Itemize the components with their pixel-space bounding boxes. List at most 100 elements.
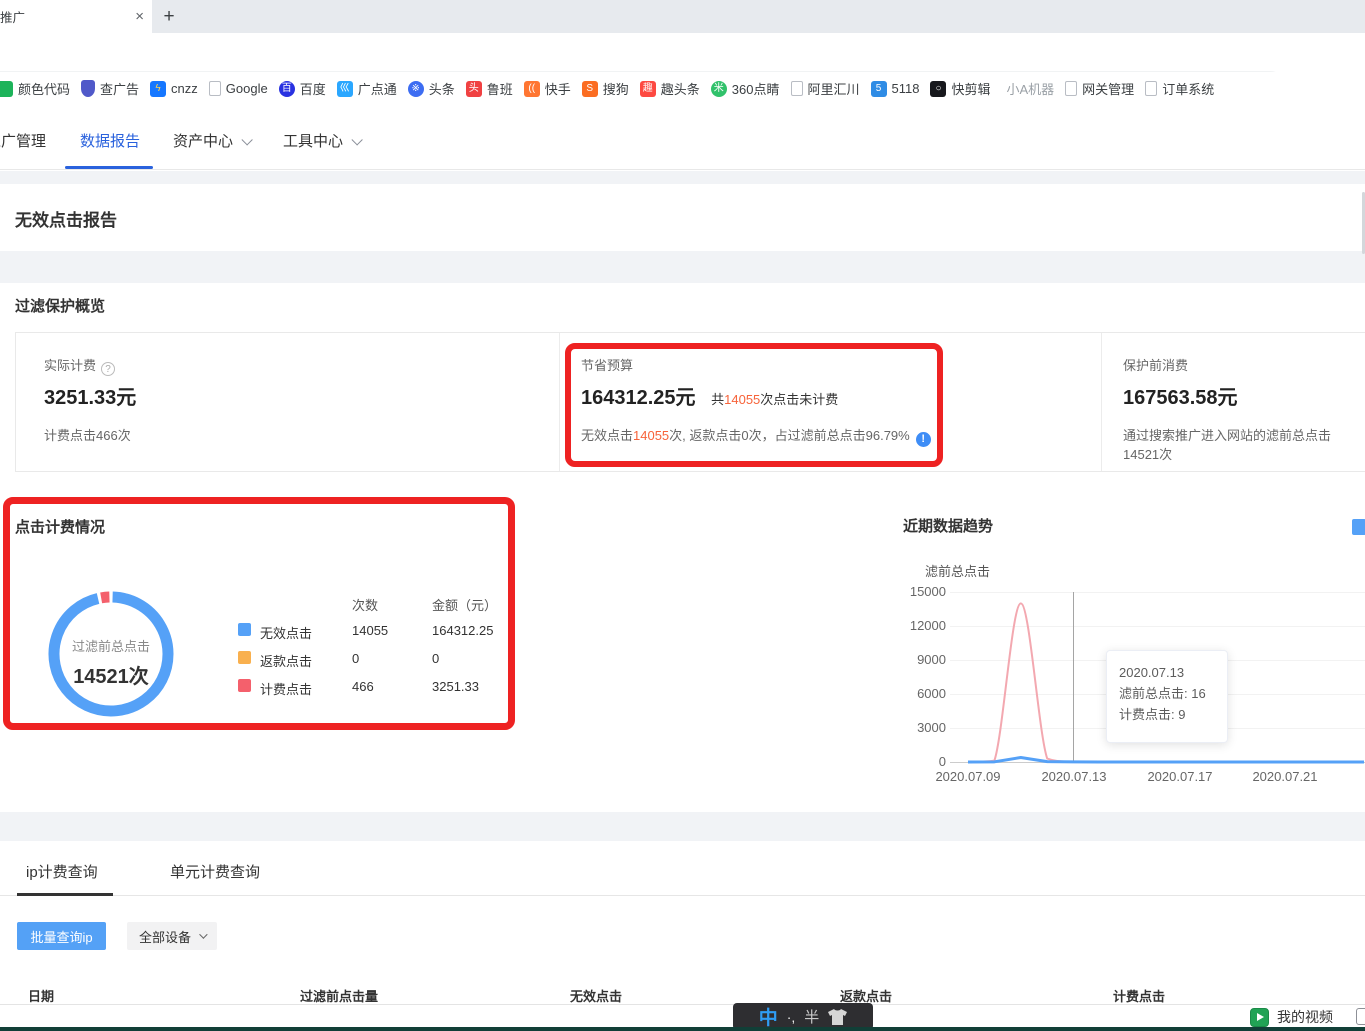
bookmark-item[interactable]: S搜狗 — [582, 79, 629, 98]
bookmark-item[interactable]: ※ 头条 — [408, 79, 455, 98]
bookmark-item[interactable]: ○快剪辑 — [930, 79, 990, 98]
play-icon — [1250, 1008, 1269, 1027]
site-nav: 推广管理 数据报告 资产中心 工具中心 — [0, 105, 1365, 170]
bookmark-favicon-square: 头 — [466, 81, 482, 97]
new-tab-button[interactable]: + — [156, 4, 182, 30]
chevron-down-icon — [241, 134, 252, 145]
bookmark-favicon-square: (( — [524, 81, 540, 97]
legend-swatch-计费点击[interactable] — [238, 679, 251, 692]
trend-series-计费点击 — [968, 757, 1364, 762]
bookmark-label: 头条 — [429, 79, 455, 98]
bookmark-label: 5118 — [892, 81, 920, 96]
card-pre-protect-desc: 通过搜索推广进入网站的滤前总点击14521次 — [1123, 425, 1365, 463]
ime-punctuation[interactable]: ·, — [787, 1009, 796, 1025]
tooltip-line: 滤前总点击: 16 — [1119, 683, 1215, 704]
bookmark-item[interactable]: 巛广点通 — [337, 79, 397, 98]
bookmark-item[interactable]: 5 5118 — [871, 81, 920, 97]
bookmark-label: 搜狗 — [603, 79, 629, 98]
nav-active-underline — [65, 166, 153, 169]
bookmark-item[interactable]: 小A机器 — [1002, 79, 1055, 98]
card-divider — [1101, 333, 1102, 471]
trend-legend-swatch[interactable] — [1352, 519, 1365, 535]
bookmark-favicon-circle: ※ — [408, 81, 424, 97]
divider-band — [0, 812, 1365, 841]
bookmark-item[interactable]: 颜色代码 — [0, 79, 70, 98]
page-title: 无效点击报告 — [15, 206, 117, 231]
overview-section-title: 过滤保护概览 — [15, 295, 105, 316]
nav-item-0[interactable]: 推广管理 — [0, 130, 46, 151]
bookmark-favicon-square: 巛 — [337, 81, 353, 97]
bookmark-item[interactable]: 阿里汇川 — [791, 79, 860, 98]
browser-tab-strip: 推广 × + — [0, 0, 1365, 33]
bookmark-item[interactable]: 头鲁班 — [466, 79, 513, 98]
y-tick-label: 6000 — [904, 686, 946, 701]
bookmark-item[interactable]: 趣趣头条 — [640, 79, 700, 98]
device-filter-dropdown[interactable]: 全部设备 — [127, 922, 217, 950]
bookmark-label: 颜色代码 — [18, 79, 70, 98]
annotation-rect-saved-budget — [565, 343, 943, 467]
bookmark-item[interactable]: 米 360点睛 — [711, 79, 780, 98]
browser-tab[interactable]: 推广 × — [0, 0, 152, 33]
bookmark-label: 快剪辑 — [951, 79, 990, 98]
screen: 推广 × + 度 https://fengchao.baidu.com/fc/r… — [0, 0, 1365, 1031]
bookmark-item[interactable]: 订单系统 — [1145, 79, 1214, 98]
bookmark-label: 小A机器 — [1007, 79, 1055, 98]
y-tick-label: 3000 — [904, 720, 946, 735]
bookmark-favicon-square: ϟ — [150, 81, 166, 97]
bookmark-favicon-page — [1065, 81, 1077, 96]
ime-halfwidth[interactable]: 半 — [804, 1006, 819, 1027]
legend-amount: 164312.25 — [432, 623, 493, 638]
y-tick-label: 0 — [904, 754, 946, 769]
bookmark-favicon-circle: 米 — [711, 81, 727, 97]
bookmark-favicon-page — [1145, 81, 1157, 96]
nav-item-2[interactable]: 资产中心 — [173, 130, 249, 151]
bookmark-favicon-square: 5 — [871, 81, 887, 97]
batch-query-ip-button[interactable]: 批量查询ip — [17, 922, 106, 950]
divider-band — [0, 251, 1365, 283]
chevron-down-icon — [199, 930, 207, 938]
tab-close-icon[interactable]: × — [135, 9, 144, 24]
y-tick-label: 12000 — [904, 618, 946, 633]
help-icon[interactable]: ? — [101, 362, 115, 376]
legend-count: 14055 — [352, 623, 388, 638]
browser-url-row: 度 https://fengchao.baidu.com/fc/report/d… — [0, 33, 1365, 72]
my-video-label: 我的视频 — [1277, 1007, 1333, 1027]
tooltip-date: 2020.07.13 — [1119, 662, 1215, 683]
nav-item-1[interactable]: 数据报告 — [80, 130, 140, 151]
my-video-widget[interactable]: 我的视频 — [1250, 1007, 1333, 1027]
query-tab-0[interactable]: ip计费查询 — [26, 861, 98, 882]
bookmark-item[interactable]: 查广告 — [81, 79, 139, 98]
bookmarks-bar: 颜色代码查广告 ϟcnzz Google 百百度巛广点通 ※ 头条头鲁班 ((快手 S搜狗趣趣… — [0, 72, 1365, 105]
card-actual-billing-desc: 计费点击466次 — [44, 425, 131, 444]
bookmark-label: 阿里汇川 — [808, 79, 860, 98]
bookmark-label: Google — [226, 81, 268, 96]
nav-item-3[interactable]: 工具中心 — [283, 130, 359, 151]
legend-swatch-无效点击[interactable] — [238, 623, 251, 636]
ime-status-bar[interactable]: 中 ·, 半 — [733, 1003, 873, 1030]
bookmark-item[interactable]: ((快手 — [524, 79, 571, 98]
bookmark-label: 订单系统 — [1162, 79, 1214, 98]
legend-col-count: 次数 — [352, 595, 378, 614]
bookmark-item[interactable]: 网关管理 — [1065, 79, 1134, 98]
ime-mode-chinese[interactable]: 中 — [759, 1003, 778, 1030]
bookmark-item[interactable]: Google — [209, 81, 268, 96]
bookmark-item[interactable]: ϟcnzz — [150, 81, 198, 97]
bookmark-label: 百度 — [300, 79, 326, 98]
bookmark-item[interactable]: 百百度 — [279, 79, 326, 98]
bookmark-label: 广点通 — [358, 79, 397, 98]
query-tab-1[interactable]: 单元计费查询 — [170, 861, 260, 882]
trend-tooltip: 2020.07.13 滤前总点击: 16 计费点击: 9 — [1106, 650, 1228, 743]
billing-section-title: 点击计费情况 — [15, 516, 105, 537]
x-tick-label: 2020.07.21 — [1240, 769, 1330, 784]
table-header-border — [0, 1004, 1365, 1005]
legend-swatch-返款点击[interactable] — [238, 651, 251, 664]
trend-section-title: 近期数据趋势 — [903, 515, 993, 536]
ime-skin-shirt-icon[interactable] — [828, 1009, 847, 1025]
table-header-cell: 日期 — [28, 986, 54, 1005]
donut-center-label: 过滤前总点击 14521次 — [31, 636, 191, 689]
bookmark-label: 360点睛 — [732, 79, 780, 98]
y-tick-label: 9000 — [904, 652, 946, 667]
legend-amount: 3251.33 — [432, 679, 479, 694]
taskbar-corner-icon[interactable] — [1356, 1008, 1365, 1025]
bookmark-label: 鲁班 — [487, 79, 513, 98]
